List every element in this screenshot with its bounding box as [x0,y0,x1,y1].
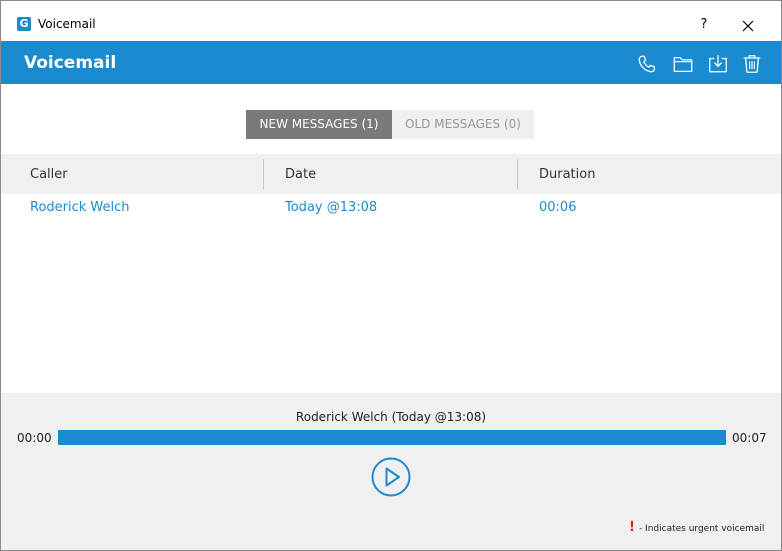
trash-icon [743,55,761,73]
play-button[interactable] [371,457,411,497]
caller-cell[interactable]: Roderick Welch [30,200,130,215]
voicemail-player: Roderick Welch (Today @13:08) 00:00 00:0… [1,393,781,550]
progress-fill [58,430,726,445]
column-header-date[interactable]: Date [285,167,316,182]
elapsed-time: 00:00 [17,431,52,445]
tab-new-messages[interactable]: NEW MESSAGES (1) [246,110,392,139]
column-divider [517,159,518,189]
playback-progress-bar[interactable] [58,430,726,445]
close-button[interactable] [736,11,760,39]
date-cell[interactable]: Today @13:08 [285,200,377,215]
download-icon [709,55,727,73]
close-icon [742,20,754,31]
voicemail-window: G Voicemail ? Voicemail NEW MESSAGES (1)… [0,0,782,551]
column-header-duration[interactable]: Duration [539,167,595,182]
table-row[interactable]: Roderick Welch Today @13:08 00:06 [1,194,781,222]
call-button[interactable] [636,53,658,75]
tab-old-messages[interactable]: OLD MESSAGES (0) [392,110,534,139]
move-to-folder-button[interactable] [672,53,694,75]
urgent-legend-text: - Indicates urgent voicemail [638,524,765,534]
page-title: Voicemail [24,53,117,73]
folder-icon [673,56,693,72]
app-logo-icon: G [17,17,31,31]
column-header-caller[interactable]: Caller [30,167,68,182]
play-icon [371,457,411,497]
table-header: Caller Date Duration [1,154,781,194]
title-bar: G Voicemail ? [1,1,781,41]
delete-button[interactable] [741,53,763,75]
total-time: 00:07 [732,431,767,445]
duration-cell[interactable]: 00:06 [539,200,576,215]
urgent-legend: ! - Indicates urgent voicemail [629,520,764,535]
phone-icon [638,55,655,73]
help-button[interactable]: ? [694,11,714,39]
window-title: Voicemail [38,17,96,31]
urgent-marker-icon: ! [629,520,635,535]
download-button[interactable] [707,53,729,75]
app-header: Voicemail [1,41,781,84]
column-divider [263,159,264,189]
now-playing-label: Roderick Welch (Today @13:08) [295,410,487,424]
